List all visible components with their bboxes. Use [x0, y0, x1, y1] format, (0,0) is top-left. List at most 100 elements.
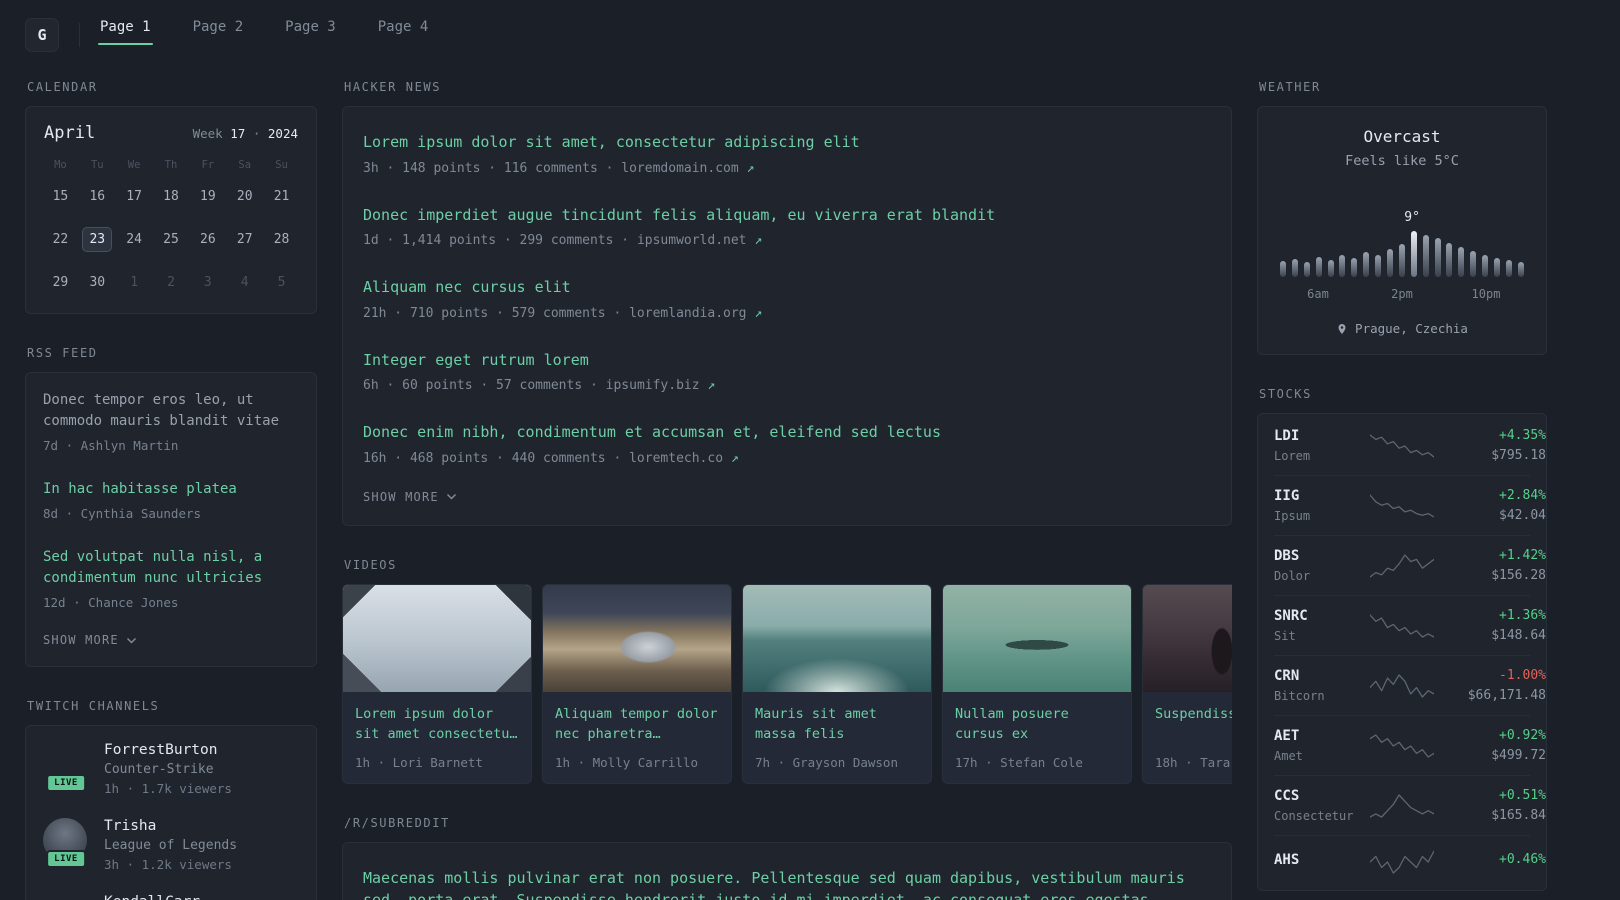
twitch-channel[interactable]: LIVE ForrestBurton Counter-Strike 1h · 1… [43, 742, 299, 796]
tab-page-3[interactable]: Page 3 [285, 19, 336, 51]
video-card[interactable]: Mauris sit amet massa felis 7h · Grayson… [742, 583, 932, 784]
stock-price: $66,171.48 [1467, 688, 1546, 703]
channel-info: ForrestBurton Counter-Strike 1h · 1.7k v… [104, 742, 232, 796]
calendar-day: 22 [52, 232, 69, 247]
hn-item: Lorem ipsum dolor sit amet, consectetur … [363, 117, 1211, 190]
stock-price: $165.84 [1491, 808, 1546, 823]
video-body: Mauris sit amet massa felis 7h · Grayson… [743, 692, 931, 783]
calendar-day: 28 [273, 232, 290, 247]
channel-meta: 1h · 1.7k viewers [104, 781, 232, 796]
subreddit-card: Maecenas mollis pulvinar erat non posuer… [342, 841, 1232, 900]
stock-id: LDI Lorem [1274, 428, 1370, 463]
calendar-day: 29 [52, 275, 69, 290]
weather-bar [1505, 260, 1512, 277]
subreddit-section-title: /R/SUBREDDIT [344, 815, 450, 830]
stock-row[interactable]: CCS Consectetur +0.51% $165.84 [1274, 775, 1546, 835]
weather-bar [1482, 255, 1489, 277]
hn-item-title[interactable]: Donec enim nibh, condimentum et accumsan… [363, 421, 1211, 444]
video-card[interactable]: Suspendisse diam 18h · Tara [1142, 583, 1232, 784]
hn-item-title[interactable]: Lorem ipsum dolor sit amet, consectetur … [363, 131, 1211, 154]
hn-item-meta: 1d · 1,414 points · 299 comments · ipsum… [363, 233, 1211, 248]
subreddit-post-title[interactable]: Maecenas mollis pulvinar erat non posuer… [363, 867, 1211, 900]
video-thumbnail [543, 584, 731, 692]
weather-bar [1422, 235, 1429, 277]
stocks-widget: STOCKS LDI Lorem +4.35% $795.18 IIG Ipsu… [1257, 387, 1547, 891]
weekday-label: Th [164, 159, 178, 171]
hn-domain-link[interactable]: ipsumify.biz [606, 378, 700, 393]
avatar-wrap: LIVE [43, 742, 89, 792]
stock-name: Lorem [1274, 449, 1311, 463]
subreddit-widget: /R/SUBREDDIT Maecenas mollis pulvinar er… [342, 816, 1232, 900]
chevron-down-icon [446, 493, 456, 500]
twitch-channel[interactable]: LIVE Trisha League of Legends 3h · 1.2k … [43, 818, 299, 872]
subreddit-post: Maecenas mollis pulvinar erat non posuer… [363, 853, 1211, 900]
weather-bar [1375, 255, 1382, 277]
avatar [43, 894, 87, 900]
external-link-icon: ↗ [746, 160, 755, 176]
weekday-label: Sa [238, 159, 252, 171]
rss-item-title[interactable]: Donec tempor eros leo, ut commodo mauris… [43, 390, 299, 432]
stock-row[interactable]: IIG Ipsum +2.84% $42.04 [1274, 475, 1546, 535]
stock-row[interactable]: AET Amet +0.92% $499.72 [1274, 715, 1546, 775]
weather-bar [1494, 258, 1501, 277]
dashboard-grid: CALENDAR April Week 17 · 2024 Mo Tu We T… [0, 58, 1620, 900]
video-card[interactable]: Nullam posuere cursus ex 17h · Stefan Co… [942, 583, 1132, 784]
stocks-card: LDI Lorem +4.35% $795.18 IIG Ipsum +2.84… [1257, 413, 1547, 891]
tab-page-4[interactable]: Page 4 [378, 19, 429, 51]
video-card[interactable]: Aliquam tempor dolor nec pharetra… 1h · … [542, 583, 732, 784]
weather-card: Overcast Feels like 5°C 9° 6am 2pm 10pm … [1257, 106, 1547, 355]
hn-domain-link[interactable]: ipsumworld.net [637, 233, 747, 248]
calendar-header: April Week 17 · 2024 [42, 123, 300, 143]
stock-change: -1.00% [1499, 668, 1546, 683]
hn-meta-text: 1d · 1,414 points · 299 comments · [363, 233, 630, 248]
video-title: Mauris sit amet massa felis [755, 705, 877, 743]
twitch-channel[interactable]: KendallCarr [43, 894, 299, 900]
stock-id: CCS Consectetur [1274, 788, 1370, 823]
calendar-day: 26 [200, 232, 216, 247]
tab-page-2[interactable]: Page 2 [193, 19, 244, 51]
calendar-year: 2024 [267, 126, 298, 141]
external-link-icon: ↗ [707, 378, 716, 393]
tab-page-1[interactable]: Page 1 [98, 19, 153, 51]
hn-item: Aliquam nec cursus elit 21h · 710 points… [363, 262, 1211, 335]
rss-item-title[interactable]: Sed volutpat nulla nisl, a condimentum n… [43, 547, 299, 589]
rss-item-title[interactable]: In hac habitasse platea [43, 479, 299, 500]
stock-row[interactable]: LDI Lorem +4.35% $795.18 [1274, 416, 1546, 475]
stocks-section-title: STOCKS [1259, 387, 1312, 401]
hn-show-more-button[interactable]: SHOW MORE [363, 480, 1211, 519]
stock-price: $42.04 [1499, 508, 1546, 523]
hn-item-title[interactable]: Integer eget rutrum lorem [363, 349, 1211, 372]
weather-bar [1458, 247, 1465, 277]
stock-id: AET Amet [1274, 728, 1370, 763]
calendar-day: 19 [200, 189, 216, 204]
hn-item-title[interactable]: Aliquam nec cursus elit [363, 276, 1211, 299]
hn-domain-link[interactable]: loremlandia.org [629, 306, 746, 321]
weekday-label: Mo [54, 159, 67, 171]
video-card[interactable]: Lorem ipsum dolor sit amet consectetu… 1… [342, 583, 532, 784]
stock-id: CRN Bitcorn [1274, 668, 1370, 703]
stock-sparkline [1369, 848, 1435, 876]
rss-show-more-button[interactable]: SHOW MORE [43, 623, 299, 662]
hn-item-title[interactable]: Donec imperdiet augue tincidunt felis al… [363, 204, 1211, 227]
stock-change: +4.35% [1499, 428, 1546, 443]
chevron-down-icon [126, 637, 136, 644]
video-meta: 1h · Lori Barnett [355, 754, 483, 770]
rss-item-meta: 12d · Chance Jones [43, 595, 179, 610]
hn-domain-link[interactable]: loremdomain.com [621, 161, 738, 176]
stock-change: +0.46% [1499, 852, 1546, 867]
calendar-week-label: Week 17 · 2024 [193, 126, 298, 141]
calendar-day: 27 [236, 232, 253, 247]
stock-row[interactable]: CRN Bitcorn -1.00% $66,171.48 [1274, 655, 1546, 715]
stock-symbol: CRN [1274, 668, 1300, 684]
top-nav: G Page 1 Page 2 Page 3 Page 4 [0, 0, 1620, 58]
weather-location: Prague, Czechia [1276, 321, 1528, 336]
stock-row[interactable]: DBS Dolor +1.42% $156.28 [1274, 535, 1546, 595]
stock-row[interactable]: AHS +0.46% [1274, 835, 1546, 888]
hn-domain-link[interactable]: loremtech.co [629, 451, 723, 466]
time-label: 2pm [1391, 287, 1413, 301]
stock-sparkline [1369, 432, 1435, 460]
calendar-day: 30 [89, 275, 106, 290]
stock-row[interactable]: SNRC Sit +1.36% $148.64 [1274, 595, 1546, 655]
right-column: WEATHER Overcast Feels like 5°C 9° 6am 2… [1257, 80, 1547, 900]
hackernews-widget: HACKER NEWS Lorem ipsum dolor sit amet, … [342, 80, 1232, 526]
